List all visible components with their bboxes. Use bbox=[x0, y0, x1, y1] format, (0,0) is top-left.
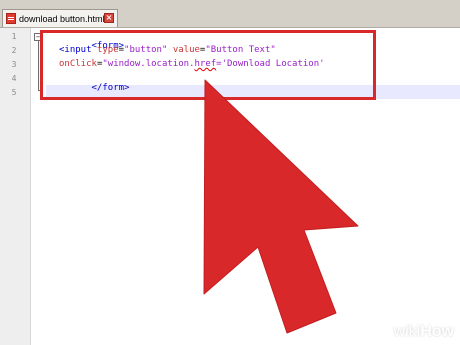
close-icon[interactable]: × bbox=[104, 13, 114, 23]
line-number-gutter: 1 2 3 4 5 bbox=[0, 28, 31, 345]
tab-download-button-html[interactable]: download button.html × bbox=[2, 9, 118, 27]
editor-window: download button.html × 1 2 3 4 5 − <form… bbox=[0, 0, 460, 345]
line-number: 5 bbox=[11, 88, 17, 97]
code-highlight-box bbox=[40, 30, 376, 100]
watermark-wiki: wiki bbox=[393, 323, 421, 340]
watermark-how: How bbox=[420, 323, 454, 340]
tab-label: download button.html bbox=[19, 13, 105, 24]
html-file-icon bbox=[6, 13, 16, 24]
tab-bar: download button.html × bbox=[0, 0, 460, 28]
line-number: 4 bbox=[11, 74, 17, 83]
wikihow-watermark: wikiHow bbox=[394, 323, 454, 341]
line-number: 3 bbox=[11, 60, 17, 69]
fold-guide-line bbox=[38, 41, 39, 90]
line-number: 1 bbox=[11, 32, 17, 41]
line-number: 2 bbox=[11, 46, 17, 55]
